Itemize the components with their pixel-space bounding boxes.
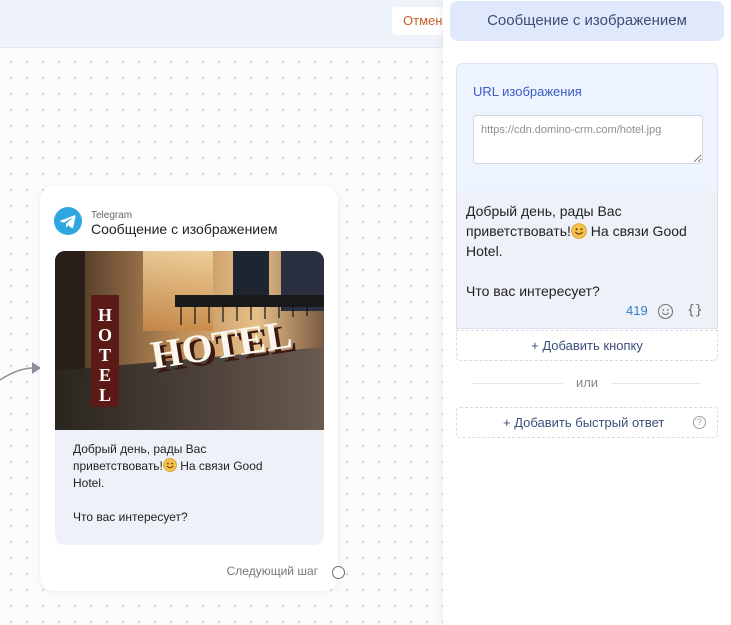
message-text-editor[interactable]: Добрый день, рады Вас приветствовать! На… <box>456 191 718 329</box>
telegram-icon <box>54 207 82 235</box>
smile-icon[interactable] <box>657 303 674 320</box>
char-count: 419 <box>626 303 648 318</box>
add-button-button[interactable]: + Добавить кнопку <box>456 330 718 361</box>
incoming-connector-arrow <box>0 362 41 381</box>
svg-text:O: O <box>98 325 112 345</box>
hotel-image: H O T E L HOTEL HOTEL <box>55 251 324 430</box>
node-title: Сообщение с изображением <box>91 221 278 237</box>
add-quick-reply-button[interactable]: + Добавить быстрый ответ ? <box>456 407 718 438</box>
next-step-port[interactable] <box>332 566 345 579</box>
image-url-card: URL изображения <box>456 63 718 191</box>
message-node[interactable]: Telegram Сообщение с изображением H O T … <box>40 186 338 591</box>
cancel-button[interactable]: Отмен <box>392 7 443 35</box>
flow-canvas[interactable]: Отмен Telegram Сообщение с изображением <box>0 0 443 625</box>
image-url-input[interactable] <box>473 115 703 164</box>
svg-text:E: E <box>99 365 111 385</box>
next-step-label: Следующий шаг <box>226 564 318 578</box>
editor-panel: Сообщение с изображением URL изображения… <box>443 0 731 625</box>
message-preview-bubble: H O T E L HOTEL HOTEL Добрый день, рады … <box>55 251 324 545</box>
svg-text:T: T <box>99 345 111 365</box>
canvas-toolbar: Отмен <box>0 0 443 48</box>
question-icon[interactable]: ? <box>693 416 706 429</box>
quick-reply-label: + Добавить быстрый ответ <box>503 415 665 430</box>
node-channel-label: Telegram <box>91 210 133 221</box>
hotel-image-vertical-sign: H <box>98 305 112 325</box>
message-text[interactable]: Добрый день, рады Вас приветствовать! На… <box>466 201 711 301</box>
image-url-label: URL изображения <box>473 84 582 99</box>
node-message-text: Добрый день, рады Вас приветствовать! На… <box>73 442 263 524</box>
panel-header: Сообщение с изображением <box>450 1 724 41</box>
smile-emoji-icon <box>571 223 587 239</box>
variables-button[interactable]: {} <box>687 303 703 318</box>
or-divider: или <box>473 374 701 392</box>
svg-text:L: L <box>99 385 111 405</box>
smile-emoji-icon <box>163 458 177 472</box>
